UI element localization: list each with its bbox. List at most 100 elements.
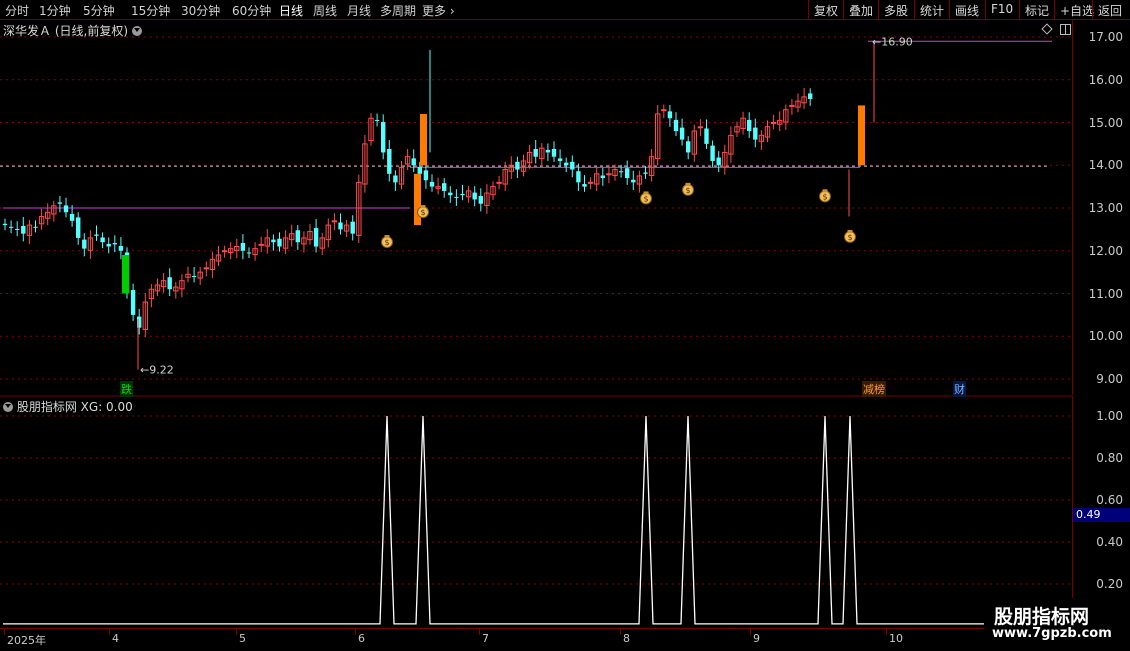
candle-body-down [106,243,111,247]
candle-body-down [118,246,124,251]
candle-body-down [478,196,483,204]
candle-body-down [429,181,435,187]
candle-body-down [313,228,319,247]
price-tick-label: 11.00 [1088,286,1123,301]
indicator-tick-label: 1.00 [1096,409,1123,423]
candle-body-down [277,238,282,247]
limit-up-candle-1 [414,173,421,226]
candle-body-down [338,222,343,230]
candle-body-down [576,171,581,183]
candle-body-down [533,149,538,157]
candle-body-down [460,193,465,196]
candle-body-down [100,237,105,243]
money-bag-icon: $ [844,229,856,243]
candle-body-down [643,172,648,174]
date-label: 9 [753,632,760,645]
candle-body-down [753,127,758,140]
signal-line [3,415,984,625]
svg-text:$: $ [420,208,425,217]
candle-body-down [631,179,636,183]
candle-body-down [582,184,587,187]
candle-body-down [393,175,398,183]
candle-body-down [381,122,386,153]
svg-text:$: $ [643,194,648,203]
candle-body-up [770,122,777,124]
time-axis: 2025年 4 5 6 7 8 9 10 [0,628,1072,651]
low-price-label: ←9.22 [140,364,174,377]
candle-body-up [331,220,338,223]
candle-body-up [789,104,795,107]
candle-body-down [686,141,691,153]
candle-body-down [15,228,20,230]
indicator-tick-label: 0.80 [1096,451,1123,465]
price-tick-label: 17.00 [1088,30,1123,44]
candle-body-down [8,226,14,228]
support-lines [0,40,1052,209]
candle-body-up [203,267,210,270]
candle-body-up [258,243,264,246]
date-tick [355,629,356,635]
date-label: 6 [358,632,365,645]
date-tick [750,629,751,635]
candle-body-up [496,181,502,184]
candle-body-down [411,158,416,166]
candle-body-down [667,111,673,119]
candle-body-down [625,168,630,179]
date-label: 4 [112,632,119,645]
candle-body-down [448,192,453,196]
event-marker-2[interactable]: 财 [953,381,966,397]
candle-body-up [606,173,612,176]
candle-body-down [167,277,172,290]
event-marker-0[interactable]: 跌 [120,381,133,397]
candle-body-down [747,119,752,132]
candle-body-down [551,149,557,157]
date-label: 8 [623,632,630,645]
limit-up-candle-2 [420,113,427,166]
price-tick-label: 9.00 [1096,372,1123,386]
date-tick [109,629,110,635]
candle-body-down [76,217,81,238]
date-tick [620,629,621,635]
date-label: 7 [482,632,489,645]
candle-body-up [661,109,667,112]
candle-body-down [454,196,459,198]
candle-body-down [704,128,709,144]
candle-body-down [246,252,252,254]
kline-chart[interactable]: $ $ $ $ $ $ ←16.90 ←9.22 [0,0,1130,650]
candle-body-down [112,243,117,245]
candle-body-down [423,170,429,181]
candle-body-down [63,205,69,213]
high-price-label: ←16.90 [872,35,913,48]
candle-body-down [57,202,63,204]
price-tick-label: 12.00 [1088,243,1123,258]
candle-body-down [600,175,605,179]
candles [2,43,875,370]
candle-body-down [191,275,197,277]
candle-body-down [271,239,276,243]
watermark: 股朋指标网 www.7gpzb.com [984,598,1130,650]
price-axis: 17.00 16.00 15.00 14.00 13.00 12.00 11.00 10.00… [1072,19,1130,395]
date-label: 5 [239,632,246,645]
svg-text:$: $ [847,233,852,242]
candle-body-down [557,158,563,161]
cursor-value-label: 0.49 [1073,508,1130,522]
candle-body-down [545,149,551,153]
candle-body-up [587,181,594,184]
date-tick [4,629,5,635]
indicator-tick-label: 0.40 [1096,535,1123,549]
candle-body-down [716,157,721,166]
date-tick [886,629,887,635]
candle-body-down [417,166,422,174]
candle-body-down [82,239,87,249]
candle-body-down [240,243,246,251]
money-bag-icon: $ [682,182,694,196]
price-tick-label: 13.00 [1088,201,1123,215]
limit-up-candle-3 [858,105,865,166]
candle-body-down [710,145,715,161]
watermark-url: www.7gpzb.com [992,626,1112,641]
event-marker-1[interactable]: 减榜 [862,381,886,397]
date-label: 2025年 [7,634,46,647]
svg-text:$: $ [685,186,690,195]
candle-body-down [69,213,75,221]
candle-body-down [564,162,569,166]
